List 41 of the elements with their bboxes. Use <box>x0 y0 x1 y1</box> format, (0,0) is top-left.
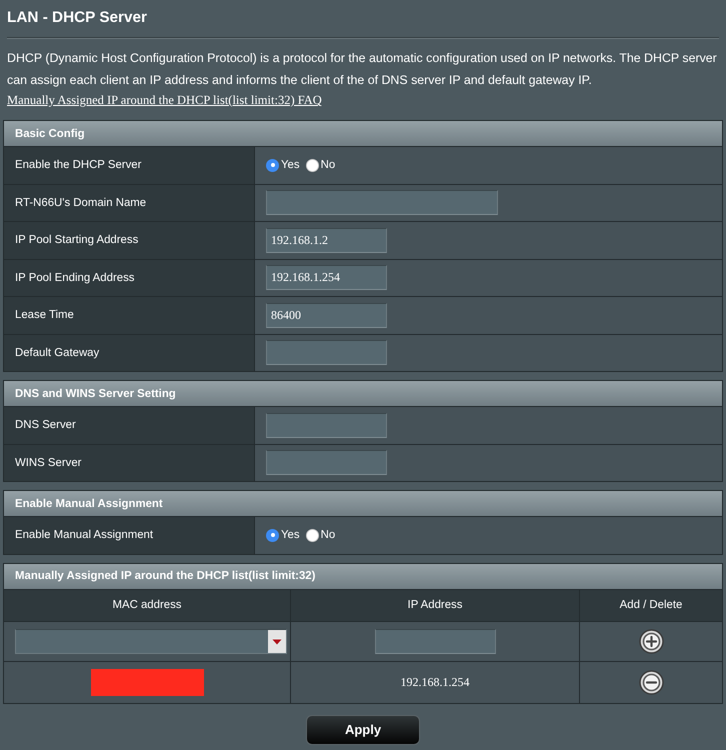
apply-button[interactable]: Apply <box>306 714 420 744</box>
section-header: Basic Config <box>4 121 722 146</box>
page-title: LAN - DHCP Server <box>7 8 147 28</box>
input-field[interactable] <box>266 450 387 476</box>
radio-icon[interactable] <box>306 158 319 172</box>
mac-address-dropdown[interactable] <box>15 628 287 654</box>
column-header: Add / Delete <box>580 590 722 620</box>
row-label: RT-N66U's Domain Name <box>4 184 255 221</box>
radio-option[interactable]: Yes <box>266 158 300 172</box>
section-header: Enable Manual Assignment <box>4 491 722 516</box>
section-header: Manually Assigned IP around the DHCP list(list limit:32) <box>4 564 722 588</box>
radio-option[interactable]: Yes <box>266 528 300 542</box>
delete-icon[interactable] <box>638 670 664 694</box>
row-label: Enable the DHCP Server <box>4 147 255 184</box>
row-label: IP Pool Ending Address <box>4 260 255 296</box>
row-label: IP Pool Starting Address <box>4 222 255 258</box>
input-field[interactable]: 86400 <box>266 302 387 328</box>
ip-address-text: 192.168.1.254 <box>400 674 470 690</box>
row-label: Enable Manual Assignment <box>4 517 255 554</box>
add-icon[interactable] <box>638 628 664 654</box>
input-field[interactable] <box>266 190 498 216</box>
radio-icon[interactable] <box>266 158 279 172</box>
section-header: DNS and WINS Server Setting <box>4 381 722 406</box>
radio-icon[interactable] <box>266 528 279 542</box>
column-header: MAC address <box>4 590 291 620</box>
input-field[interactable]: 192.168.1.254 <box>266 265 387 290</box>
radio-icon[interactable] <box>306 528 319 542</box>
row-label: WINS Server <box>4 444 255 481</box>
input-field[interactable] <box>266 340 387 366</box>
input-field[interactable] <box>266 412 387 438</box>
caret-icon[interactable] <box>268 630 286 652</box>
input-field[interactable] <box>374 628 496 654</box>
faq-link[interactable]: Manually Assigned IP around the DHCP list(list limit:32) FAQ <box>7 91 322 109</box>
row-label: Default Gateway <box>4 334 255 371</box>
row-label: DNS Server <box>4 407 255 444</box>
row-label: Lease Time <box>4 297 255 334</box>
description-text: DHCP (Dynamic Host Configuration Protocol) is a protocol for the automatic configuration used on IP networks. The DHCP server can assign each client an IP address and informs the client of the of DNS server IP and default gateway IP. <box>7 50 718 89</box>
column-header: IP Address <box>291 590 580 620</box>
input-field[interactable]: 192.168.1.2 <box>266 228 387 253</box>
radio-option[interactable]: No <box>306 528 336 542</box>
radio-option[interactable]: No <box>306 158 336 172</box>
